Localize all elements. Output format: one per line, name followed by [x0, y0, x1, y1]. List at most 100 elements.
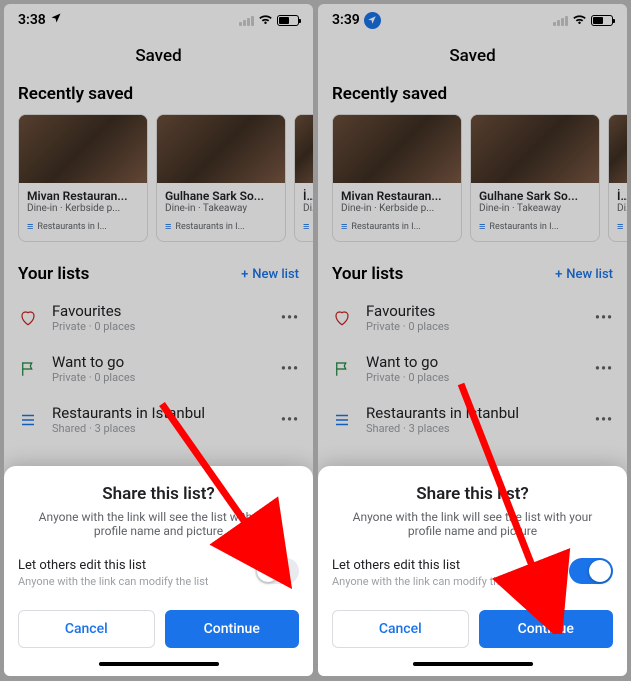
- list-item-title: Restaurants in Istanbul: [52, 404, 267, 422]
- recent-cards: Mivan Restauran... Dine-in · Kerbside p.…: [318, 114, 627, 242]
- more-icon[interactable]: •••: [281, 361, 299, 377]
- recent-title: Recently saved: [318, 84, 627, 114]
- card-sub: Dine-in · Kerbside p...: [27, 203, 139, 214]
- edit-label: Let others edit this list: [18, 558, 245, 573]
- new-list-button[interactable]: + New list: [555, 267, 613, 282]
- card-image: [19, 115, 147, 183]
- recent-card[interactable]: Mivan Restauran... Dine-in · Kerbside p.…: [18, 114, 148, 242]
- battery-icon: [277, 15, 299, 26]
- plus-icon: +: [241, 267, 248, 282]
- list-icon: [332, 411, 352, 429]
- wifi-icon: [572, 13, 587, 28]
- recent-card[interactable]: Mivan Restauran... Dine-in · Kerbside p.…: [332, 114, 462, 242]
- battery-icon: [591, 15, 613, 26]
- card-image: [157, 115, 285, 183]
- card-image: [609, 115, 627, 183]
- recent-card[interactable]: İstan Dine ≡R: [608, 114, 627, 242]
- edit-label: Let others edit this list: [332, 558, 559, 573]
- location-icon: [50, 12, 62, 28]
- cancel-button[interactable]: Cancel: [18, 610, 155, 648]
- more-icon[interactable]: •••: [281, 412, 299, 428]
- sheet-title: Share this list?: [332, 484, 613, 504]
- list-item-sub: Private · 0 places: [366, 371, 581, 384]
- heart-icon: [332, 309, 352, 327]
- heart-icon: [18, 309, 38, 327]
- page-title: Saved: [4, 32, 313, 84]
- list-item-favourites[interactable]: Favourites Private · 0 places •••: [318, 292, 627, 343]
- cellular-icon: [239, 14, 254, 26]
- recent-cards: Mivan Restauran... Dine-in · Kerbside p.…: [4, 114, 313, 242]
- page-title: Saved: [318, 32, 627, 84]
- wifi-icon: [258, 13, 273, 28]
- lists-title: Your lists: [18, 264, 89, 284]
- continue-button[interactable]: Continue: [479, 610, 614, 648]
- edit-sub: Anyone with the link can modify the list: [18, 575, 245, 588]
- sheet-desc: Anyone with the link will see the list w…: [38, 510, 279, 538]
- lists-title: Your lists: [332, 264, 403, 284]
- recent-card[interactable]: İstan Dine ≡R: [294, 114, 313, 242]
- recent-title: Recently saved: [4, 84, 313, 114]
- phone-left: 3:38 Saved Recently saved Mivan Restaura…: [4, 4, 313, 676]
- list-item-title: Want to go: [366, 353, 581, 371]
- card-sub: Dine-in · Takeaway: [165, 203, 277, 214]
- more-icon[interactable]: •••: [595, 412, 613, 428]
- card-title: İstan: [303, 189, 313, 203]
- recent-card[interactable]: Gulhane Sark So... Dine-in · Takeaway ≡R…: [156, 114, 286, 242]
- card-title: Mivan Restauran...: [341, 189, 453, 203]
- continue-label: Continue: [204, 621, 260, 637]
- card-tag: Restaurants in I...: [175, 222, 244, 232]
- card-sub: Dine-in · Takeaway: [479, 203, 591, 214]
- flag-icon: [18, 360, 38, 378]
- cancel-button[interactable]: Cancel: [332, 610, 469, 648]
- list-item-title: Favourites: [52, 302, 267, 320]
- card-image: [333, 115, 461, 183]
- share-sheet: Share this list? Anyone with the link wi…: [4, 466, 313, 676]
- recent-card[interactable]: Gulhane Sark So... Dine-in · Takeaway ≡R…: [470, 114, 600, 242]
- card-tag: Restaurants in I...: [37, 222, 106, 232]
- sheet-desc: Anyone with the link will see the list w…: [352, 510, 593, 538]
- list-item-restaurants[interactable]: Restaurants in Istanbul Shared · 3 place…: [318, 394, 627, 445]
- home-indicator[interactable]: [99, 662, 219, 666]
- card-tag: Restaurants in I...: [351, 222, 420, 232]
- list-item-restaurants[interactable]: Restaurants in Istanbul Shared · 3 place…: [4, 394, 313, 445]
- continue-button[interactable]: Continue: [165, 610, 300, 648]
- card-image: [295, 115, 313, 183]
- status-time: 3:39: [332, 12, 360, 28]
- home-indicator[interactable]: [413, 662, 533, 666]
- list-item-title: Favourites: [366, 302, 581, 320]
- card-title: Gulhane Sark So...: [165, 189, 277, 203]
- location-icon: [364, 12, 381, 29]
- status-bar: 3:39: [318, 4, 627, 32]
- status-time: 3:38: [18, 12, 46, 28]
- list-item-want-to-go[interactable]: Want to go Private · 0 places •••: [318, 343, 627, 394]
- more-icon[interactable]: •••: [595, 361, 613, 377]
- more-icon[interactable]: •••: [595, 310, 613, 326]
- list-item-sub: Shared · 3 places: [52, 422, 267, 435]
- new-list-label: New list: [566, 267, 613, 282]
- new-list-label: New list: [252, 267, 299, 282]
- list-item-sub: Shared · 3 places: [366, 422, 581, 435]
- list-item-title: Want to go: [52, 353, 267, 371]
- new-list-button[interactable]: + New list: [241, 267, 299, 282]
- card-sub: Dine: [303, 203, 313, 214]
- card-title: İstan: [617, 189, 627, 203]
- edit-toggle[interactable]: [255, 558, 299, 584]
- list-icon: ≡: [27, 220, 33, 233]
- card-sub: Dine: [617, 203, 627, 214]
- list-icon: ≡: [617, 220, 623, 233]
- status-bar: 3:38: [4, 4, 313, 32]
- list-icon: ≡: [479, 220, 485, 233]
- continue-label: Continue: [518, 621, 574, 637]
- list-item-favourites[interactable]: Favourites Private · 0 places •••: [4, 292, 313, 343]
- share-sheet: Share this list? Anyone with the link wi…: [318, 466, 627, 676]
- list-item-title: Restaurants in Istanbul: [366, 404, 581, 422]
- cancel-label: Cancel: [65, 621, 108, 637]
- list-item-want-to-go[interactable]: Want to go Private · 0 places •••: [4, 343, 313, 394]
- card-title: Gulhane Sark So...: [479, 189, 591, 203]
- card-image: [471, 115, 599, 183]
- more-icon[interactable]: •••: [281, 310, 299, 326]
- list-icon: [18, 411, 38, 429]
- edit-toggle[interactable]: [569, 558, 613, 584]
- list-item-sub: Private · 0 places: [52, 320, 267, 333]
- flag-icon: [332, 360, 352, 378]
